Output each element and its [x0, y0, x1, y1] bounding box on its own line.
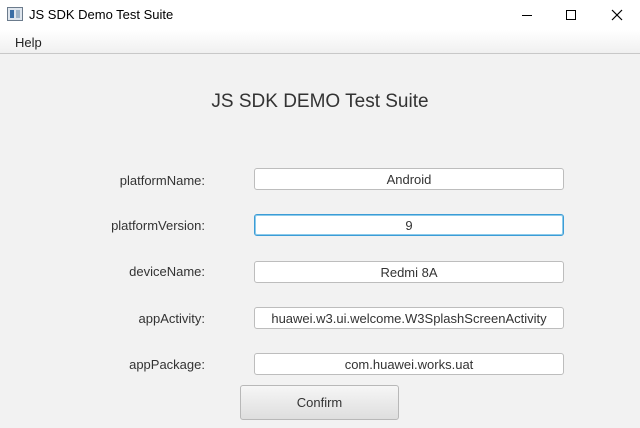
platform-version-label: platformVersion:: [111, 218, 205, 233]
title-bar: JS SDK Demo Test Suite: [0, 0, 640, 30]
app-package-label: appPackage:: [129, 357, 205, 372]
platform-version-input[interactable]: [254, 214, 564, 236]
maximize-button[interactable]: [548, 0, 594, 30]
platform-name-input[interactable]: [254, 168, 564, 190]
app-activity-label: appActivity:: [138, 311, 205, 326]
app-icon: [7, 7, 23, 21]
menu-bar: Help: [0, 30, 640, 54]
app-window: JS SDK Demo Test Suite Help JS SDK DEMO …: [0, 0, 640, 428]
confirm-button[interactable]: Confirm: [240, 385, 399, 420]
device-name-input[interactable]: [254, 261, 564, 283]
close-icon: [611, 9, 623, 21]
minimize-button[interactable]: [504, 0, 550, 30]
maximize-icon: [566, 10, 576, 20]
platform-name-label: platformName:: [119, 173, 205, 188]
app-package-input[interactable]: [254, 353, 564, 375]
menu-item-help[interactable]: Help: [8, 33, 49, 52]
minimize-icon: [522, 14, 532, 16]
device-name-label: deviceName:: [129, 264, 205, 279]
page-title: JS SDK DEMO Test Suite: [211, 91, 429, 112]
close-button[interactable]: [594, 0, 640, 30]
app-activity-input[interactable]: [254, 307, 564, 329]
window-title: JS SDK Demo Test Suite: [29, 7, 174, 22]
